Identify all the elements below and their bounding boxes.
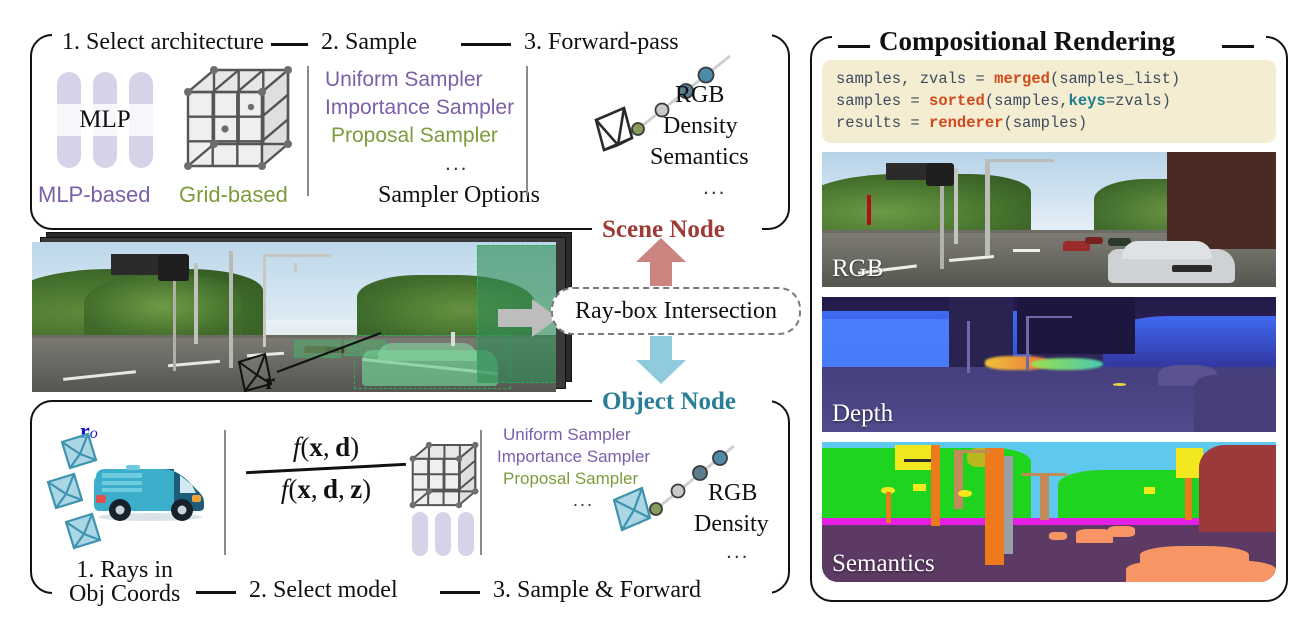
scene-output-1: Density <box>663 113 738 139</box>
van-icon <box>94 465 204 521</box>
render-depth-tag: Depth <box>832 400 894 427</box>
object-step-2-label: 2. Select model <box>242 577 405 604</box>
rendering-title-dash-left <box>838 45 870 48</box>
scene-sampler-2: Proposal Sampler <box>331 124 498 147</box>
scene-output-0: RGB <box>675 82 725 108</box>
ray-box-intersection[interactable]: Ray-box Intersection <box>551 287 801 335</box>
scene-output-2: Semantics <box>650 144 749 170</box>
scene-image-stack <box>32 232 572 394</box>
code-line-3: results = renderer(samples) <box>836 114 1088 132</box>
grid-cube-icon <box>184 66 292 170</box>
object-step-1-line-1: 1. Rays in <box>76 557 173 583</box>
scene-sampler-0: Uniform Sampler <box>325 68 483 91</box>
ray-box-label: Ray-box Intersection <box>575 297 777 324</box>
grid-based-caption: Grid-based <box>179 182 288 207</box>
render-output-depth: Depth <box>822 297 1276 432</box>
object-step-1-line-2: Obj Coords <box>69 581 181 608</box>
object-node-down-arrow <box>636 336 686 384</box>
object-grid-cube-icon <box>409 441 479 509</box>
object-output-1: Density <box>694 511 769 537</box>
object-step-dash-1 <box>196 591 236 594</box>
figure-root: 1. Select architecture 2. Sample 3. Forw… <box>0 0 1296 638</box>
model-denominator: f(x, d, z) <box>280 473 372 504</box>
object-mlp-glyph <box>412 512 478 556</box>
sampler-options-caption: Sampler Options <box>378 182 540 208</box>
scene-node-up-arrow <box>636 238 686 286</box>
scene-output-ellipsis: ... <box>703 176 727 199</box>
model-numerator: f(x, d) <box>292 432 360 462</box>
object-output-ellipsis: ... <box>726 540 750 563</box>
scene-image-main <box>32 242 556 392</box>
object-sampler-ellipsis: ... <box>573 490 595 510</box>
object-node-label: Object Node <box>596 388 742 416</box>
rendering-panel-title: Compositional Rendering <box>872 27 1183 55</box>
render-output-rgb: RGB <box>822 152 1276 287</box>
code-line-1: samples, zvals = merged(samples_list) <box>836 70 1181 88</box>
object-step-1-label: 1. Rays in Obj Coords <box>62 557 188 608</box>
scene-ray-label: r <box>265 369 276 394</box>
mlp-glyph: MLP <box>51 68 165 173</box>
scene-sampler-ellipsis: ... <box>445 152 469 175</box>
object-step-dash-2 <box>440 591 480 594</box>
render-semantics-tag: Semantics <box>832 550 935 577</box>
scene-step-dash-2 <box>461 43 511 46</box>
object-divider-2 <box>480 430 482 555</box>
scene-sampler-1: Importance Sampler <box>325 96 515 119</box>
render-rgb-tag: RGB <box>832 255 884 282</box>
scene-step-1-label: 1. Select architecture <box>55 29 271 56</box>
scene-camera-ray-icon <box>237 331 382 392</box>
object-output-0: RGB <box>708 480 758 506</box>
rendering-title-dash-right <box>1222 45 1254 48</box>
scene-step-2-label: 2. Sample <box>314 29 424 56</box>
mlp-glyph-label: MLP <box>51 104 159 136</box>
model-fraction: f(x, d) f(x, d, z) <box>246 432 406 505</box>
scene-divider-2 <box>526 66 528 196</box>
mlp-based-caption: MLP-based <box>38 182 151 207</box>
scene-divider-1 <box>307 66 309 196</box>
rendering-code-block: samples, zvals = merged(samples_list) sa… <box>822 60 1276 143</box>
object-step-3-label: 3. Sample & Forward <box>486 577 708 604</box>
code-line-2: samples = sorted(samples,keys=zvals) <box>836 92 1171 110</box>
object-divider-1 <box>224 430 226 555</box>
model-fraction-bar <box>246 462 406 474</box>
render-output-semantics: Semantics <box>822 442 1276 582</box>
